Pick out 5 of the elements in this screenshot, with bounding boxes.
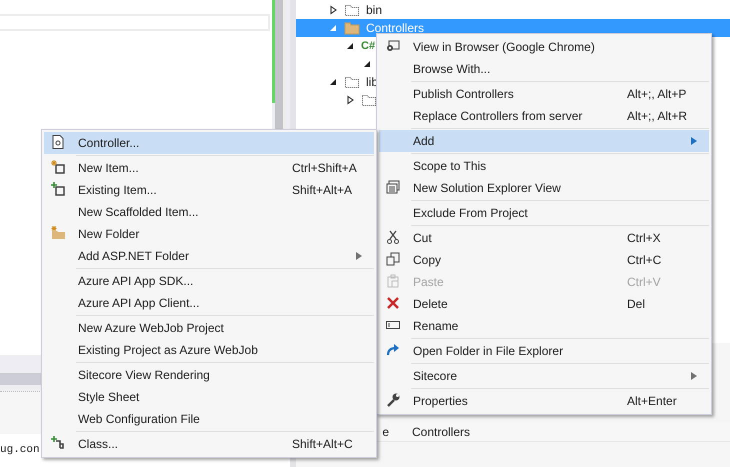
property-name: e	[381, 425, 389, 439]
csharp-file-icon: C#	[361, 40, 376, 52]
output-text: ug.con	[0, 444, 40, 456]
tree-label: Controllers	[366, 21, 424, 35]
tree-label: bin	[366, 3, 382, 17]
